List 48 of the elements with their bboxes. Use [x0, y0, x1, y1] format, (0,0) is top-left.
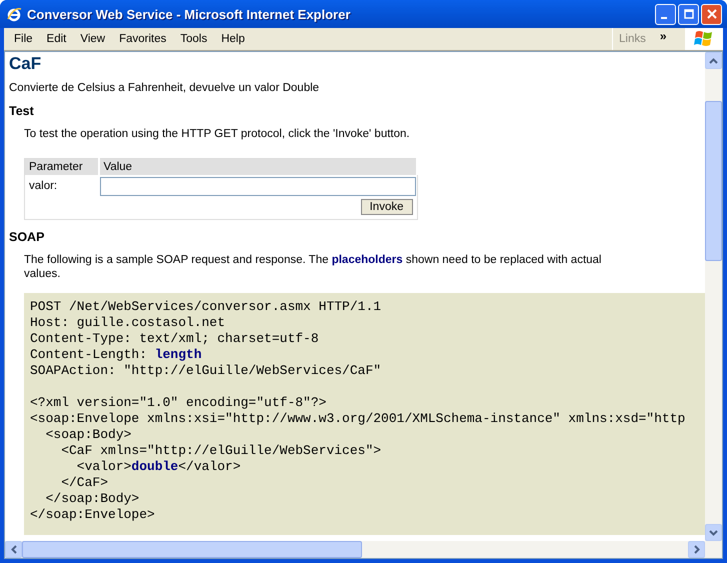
menu-item[interactable]: Tools: [173, 33, 214, 45]
input-field[interactable]: [100, 176, 416, 196]
code-line: SOAPAction: "http://elGuille/WebServices/CaF": [30, 363, 382, 379]
menu-item[interactable]: Edit: [40, 33, 74, 45]
vertical-scrollbar[interactable]: [705, 52, 722, 541]
close-icon: [706, 9, 716, 19]
section-heading: Test: [9, 104, 35, 118]
description-text: Convierte de Celsius a Fahrenheit, devuelve un valor Double: [9, 82, 320, 94]
minimize-icon: [661, 17, 667, 19]
scroll-thumb[interactable]: [22, 541, 362, 558]
scroll-left-icon[interactable]: [5, 541, 22, 558]
instruction-text: To test the operation using the HTTP GET protocol, click the 'Invoke' button.: [24, 127, 411, 141]
flag-logo-icon: [693, 29, 715, 49]
code-line: <CaF xmlns="http://elGuille/WebServices">: [60, 443, 382, 459]
window-title: Conversor Web Service - Microsoft Internet Explorer: [27, 6, 352, 22]
scroll-down-icon[interactable]: [705, 524, 722, 541]
minimize-button[interactable]: [655, 4, 676, 24]
code-line: Content-Type: text/xml; charset=utf-8: [30, 331, 320, 347]
scroll-right-icon[interactable]: [688, 541, 705, 558]
code-line: <valor>double</valor>: [76, 459, 242, 475]
column-header: Value: [98, 158, 417, 175]
close-button[interactable]: [701, 4, 722, 24]
maximize-button[interactable]: [678, 4, 699, 24]
menu-item[interactable]: File: [7, 33, 40, 45]
code-line: POST /Net/WebServices/conversor.asmx HTTP/1.1: [30, 299, 382, 315]
scroll-up-icon[interactable]: [705, 52, 722, 69]
code-line: <soap:Body>: [44, 427, 132, 443]
parameter-label: valor:: [24, 175, 98, 197]
maximize-icon: [684, 9, 694, 19]
scroll-thumb[interactable]: [705, 101, 722, 261]
description-text: The following is a sample SOAP request and response. The placeholders shown need to be replaced with actual values.: [24, 253, 602, 281]
code-line: Host: guille.costasol.net: [30, 315, 226, 331]
page-heading: CaF: [9, 54, 42, 74]
code-line: </soap:Body>: [44, 491, 140, 507]
code-line: <soap:Envelope xmlns:xsi="http://www.w3.org/2001/XMLSchema-instance" xmlns:xsd="http: [30, 411, 686, 427]
code-line: </soap:Envelope>: [30, 507, 156, 523]
browser-logo-icon: [6, 6, 22, 22]
horizontal-scrollbar[interactable]: [5, 541, 722, 558]
menu-item[interactable]: Favorites: [112, 33, 174, 45]
section-heading: SOAP: [9, 230, 46, 244]
menu-item[interactable]: Help: [214, 33, 252, 45]
column-header: Parameter: [24, 158, 98, 175]
menu-item[interactable]: View: [73, 33, 112, 45]
invoke-button[interactable]: Invoke: [360, 199, 412, 215]
code-line: </CaF>: [60, 475, 110, 491]
code-line: <?xml version="1.0" encoding="utf-8"?>: [30, 395, 328, 411]
chevron-button[interactable]: »: [660, 29, 667, 43]
code-line: Content-Length: length: [30, 347, 203, 363]
